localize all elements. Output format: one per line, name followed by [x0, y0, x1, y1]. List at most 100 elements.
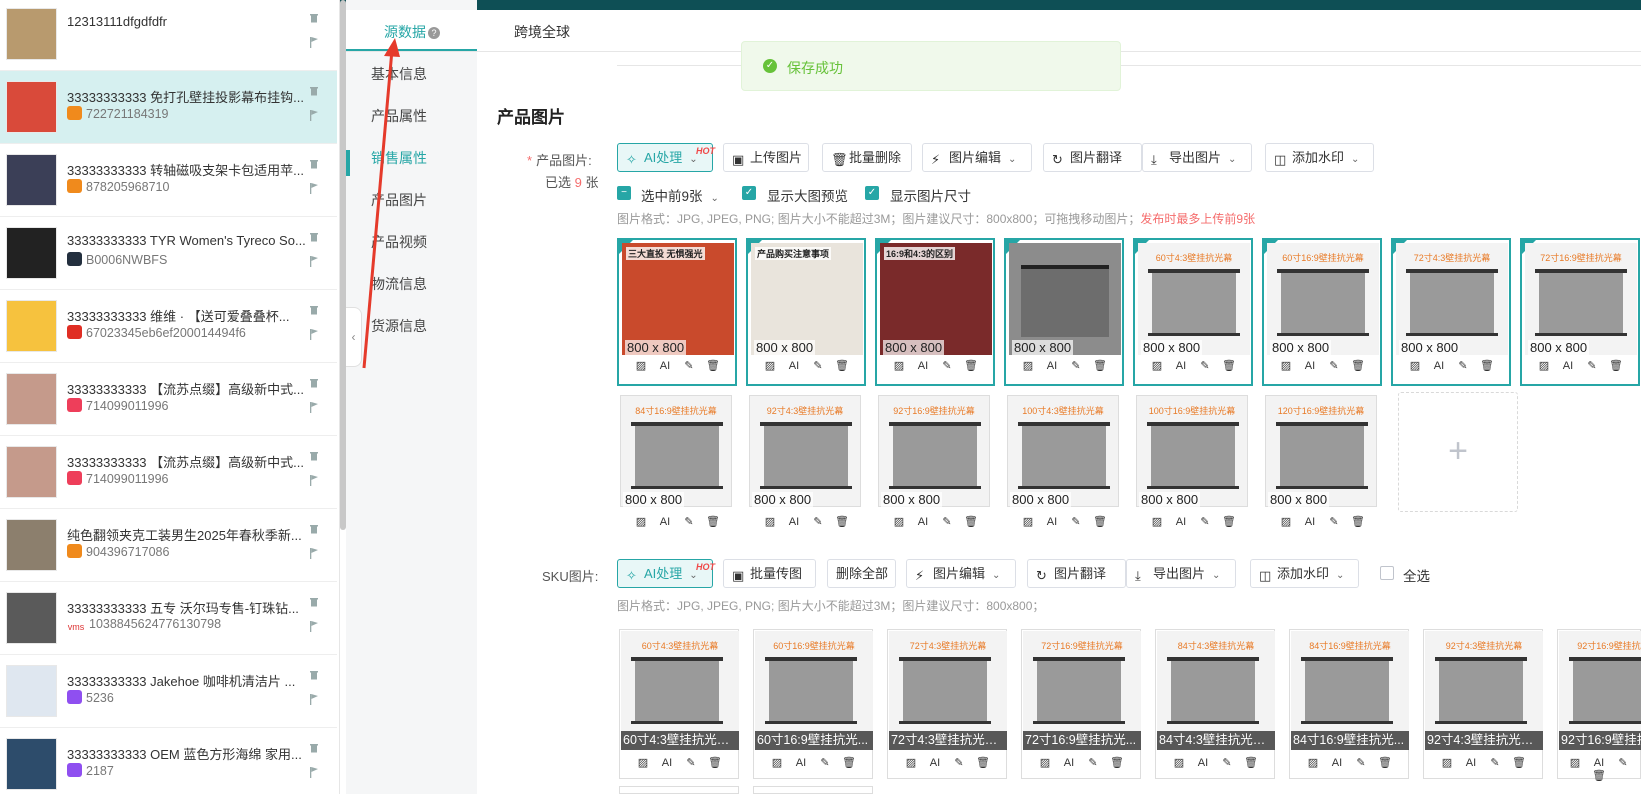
nav-product-images[interactable]: 产品图片 [371, 190, 427, 210]
product-image-card[interactable]: 92寸16:9壁挂抗光幕 800 x 800 ▨ AI ✎ 🗑 [875, 392, 995, 540]
ai-tool-button[interactable]: AI [1171, 360, 1191, 372]
trash-icon[interactable]: 🗑 [1509, 756, 1529, 769]
trash-icon[interactable]: 🗑 [1477, 359, 1497, 372]
ai-tool-button[interactable]: AI [1300, 516, 1320, 528]
trash-icon[interactable] [309, 669, 319, 680]
ai-tool-button[interactable]: AI [655, 516, 675, 528]
magic-wand-icon[interactable]: ✎ [1453, 359, 1473, 372]
sku-image-card[interactable]: 60寸16:9壁挂抗光幕 60寸16:9壁挂抗光... ▨ AI ✎ 🗑 [753, 629, 873, 779]
product-image-card[interactable]: 100寸4:3壁挂抗光幕 800 x 800 ▨ AI ✎ 🗑 [1004, 392, 1124, 540]
magic-wand-icon[interactable]: ✎ [1613, 756, 1633, 769]
nav-sales-attributes[interactable]: 销售属性 [371, 148, 427, 168]
flag-icon[interactable] [309, 766, 319, 778]
product-list-item[interactable]: 12313111dfgdfdfr [0, 0, 337, 71]
trash-icon[interactable]: 🗑 [1348, 515, 1368, 528]
image-edit-icon[interactable]: ▨ [901, 756, 921, 769]
image-edit-icon[interactable]: ▨ [1303, 756, 1323, 769]
product-image-card[interactable]: 产品购买注意事项 800 x 800 ▨ AI ✎ 🗑 [746, 238, 866, 386]
magic-wand-icon[interactable]: ✎ [1324, 359, 1344, 372]
magic-wand-icon[interactable]: ✎ [1351, 756, 1371, 769]
product-image-card[interactable]: 72寸16:9壁挂抗光幕 800 x 800 ▨ AI ✎ 🗑 [1520, 238, 1640, 386]
ai-tool-button[interactable]: AI [655, 360, 675, 372]
magic-wand-icon[interactable]: ✎ [808, 359, 828, 372]
add-watermark-button[interactable]: ◫ 添加水印 ⌄ [1265, 143, 1374, 172]
magic-wand-icon[interactable]: ✎ [679, 515, 699, 528]
upload-image-button[interactable]: ▣ 上传图片 [723, 143, 809, 172]
image-edit-icon[interactable]: ▨ [633, 756, 653, 769]
image-edit-icon[interactable]: ▨ [1534, 359, 1554, 372]
image-edit-button[interactable]: ⚡ 图片编辑 ⌄ [922, 143, 1032, 172]
image-edit-icon[interactable]: ▨ [760, 359, 780, 372]
sku-image-card[interactable] [753, 786, 873, 794]
image-translate-button[interactable]: ↻ 图片翻译 [1043, 143, 1142, 172]
product-image-card[interactable]: 92寸4:3壁挂抗光幕 800 x 800 ▨ AI ✎ 🗑 [746, 392, 866, 540]
magic-wand-icon[interactable]: ✎ [1485, 756, 1505, 769]
image-edit-icon[interactable]: ▨ [1147, 515, 1167, 528]
magic-wand-icon[interactable]: ✎ [937, 359, 957, 372]
product-list-item[interactable]: 33333333333 TYR Women's Tyreco So... B000… [0, 217, 337, 290]
product-image-card[interactable]: 16:9和4:3的区别 800 x 800 ▨ AI ✎ 🗑 [875, 238, 995, 386]
product-image-card[interactable]: 84寸16:9壁挂抗光幕 800 x 800 ▨ AI ✎ 🗑 [617, 392, 737, 540]
trash-icon[interactable] [309, 12, 319, 23]
trash-icon[interactable]: 🗑 [1348, 359, 1368, 372]
product-list-item[interactable]: 33333333333 转轴磁吸支架卡包适用苹... 878205968710 [0, 144, 337, 217]
trash-icon[interactable] [309, 85, 319, 96]
image-edit-icon[interactable]: ▨ [1018, 359, 1038, 372]
product-image-card[interactable]: 100寸16:9壁挂抗光幕 800 x 800 ▨ AI ✎ 🗑 [1133, 392, 1253, 540]
image-edit-icon[interactable]: ▨ [1147, 359, 1167, 372]
product-image-card[interactable]: 三大直投 无惧强光 800 x 800 ▨ AI ✎ 🗑 [617, 238, 737, 386]
flag-icon[interactable] [309, 474, 319, 486]
product-list-item[interactable]: 33333333333 Jakehoe 咖啡机清洁片 ... 5236 [0, 655, 337, 728]
nav-product-video[interactable]: 产品视频 [371, 232, 427, 252]
ai-tool-button[interactable]: AI [1059, 757, 1079, 769]
trash-icon[interactable]: 🗑 [1090, 359, 1110, 372]
sku-add-watermark-button[interactable]: ◫ 添加水印 ⌄ [1250, 559, 1359, 588]
batch-upload-button[interactable]: ▣ 批量传图 [723, 559, 816, 588]
flag-icon[interactable] [309, 401, 319, 413]
image-edit-icon[interactable]: ▨ [1276, 515, 1296, 528]
trash-icon[interactable]: 🗑 [961, 359, 981, 372]
image-edit-icon[interactable]: ▨ [767, 756, 787, 769]
image-edit-icon[interactable]: ▨ [1565, 756, 1585, 769]
sku-image-card[interactable]: 92寸16:9壁挂抗光幕 92寸16:9壁挂抗光... ▨ AI ✎ 🗑 [1557, 629, 1641, 782]
trash-icon[interactable] [309, 304, 319, 315]
magic-wand-icon[interactable]: ✎ [681, 756, 701, 769]
sku-export-image-button[interactable]: ⤓ 导出图片 ⌄ [1126, 559, 1236, 588]
export-image-button[interactable]: ⤓ 导出图片 ⌄ [1142, 143, 1252, 172]
nav-source-info[interactable]: 货源信息 [371, 316, 427, 336]
magic-wand-icon[interactable]: ✎ [1217, 756, 1237, 769]
show-preview-checkbox[interactable]: ✓ [742, 186, 756, 200]
trash-icon[interactable]: 🗑 [832, 515, 852, 528]
batch-delete-button[interactable]: 🗑批量删除 [822, 143, 912, 172]
flag-icon[interactable] [309, 328, 319, 340]
trash-icon[interactable] [309, 523, 319, 534]
ai-tool-button[interactable]: AI [1327, 757, 1347, 769]
product-list-item[interactable]: 33333333333 【流苏点缀】高级新中式... 714099011996 [0, 436, 337, 509]
ai-tool-button[interactable]: AI [1193, 757, 1213, 769]
sku-ai-process-button[interactable]: ✧ AI处理 ⌄ HOT [617, 559, 715, 588]
ai-process-button[interactable]: ✧ AI处理 ⌄ HOT [617, 143, 715, 172]
trash-icon[interactable]: 🗑 [1090, 515, 1110, 528]
magic-wand-icon[interactable]: ✎ [679, 359, 699, 372]
image-edit-icon[interactable]: ▨ [631, 359, 651, 372]
image-edit-icon[interactable]: ▨ [1405, 359, 1425, 372]
sku-image-card[interactable]: 84寸16:9壁挂抗光幕 84寸16:9壁挂抗光... ▨ AI ✎ 🗑 [1289, 629, 1409, 779]
magic-wand-icon[interactable]: ✎ [1195, 515, 1215, 528]
product-image-card[interactable]: 72寸4:3壁挂抗光幕 800 x 800 ▨ AI ✎ 🗑 [1391, 238, 1511, 386]
select-all-label[interactable]: 全选 [1403, 565, 1430, 585]
product-image-card[interactable]: 60寸4:3壁挂抗光幕 800 x 800 ▨ AI ✎ 🗑 [1133, 238, 1253, 386]
ai-tool-button[interactable]: AI [913, 516, 933, 528]
sku-image-card[interactable]: 60寸4:3壁挂抗光幕 60寸4:3壁挂抗光幕布 ▨ AI ✎ 🗑 [619, 629, 739, 779]
image-edit-icon[interactable]: ▨ [760, 515, 780, 528]
flag-icon[interactable] [309, 36, 319, 48]
flag-icon[interactable] [309, 182, 319, 194]
product-image-card[interactable]: 120寸16:9壁挂抗光幕 800 x 800 ▨ AI ✎ 🗑 [1262, 392, 1382, 540]
trash-icon[interactable]: 🗑 [1219, 515, 1239, 528]
ai-tool-button[interactable]: AI [925, 757, 945, 769]
image-edit-icon[interactable]: ▨ [1437, 756, 1457, 769]
ai-tool-button[interactable]: AI [1042, 360, 1062, 372]
product-list-item[interactable]: 纯色翻领夹克工装男生2025年春秋季新... 904396717086 [0, 509, 337, 582]
ai-tool-button[interactable]: AI [1589, 757, 1609, 769]
trash-icon[interactable]: 🗑 [973, 756, 993, 769]
add-image-button[interactable]: + [1398, 392, 1518, 512]
